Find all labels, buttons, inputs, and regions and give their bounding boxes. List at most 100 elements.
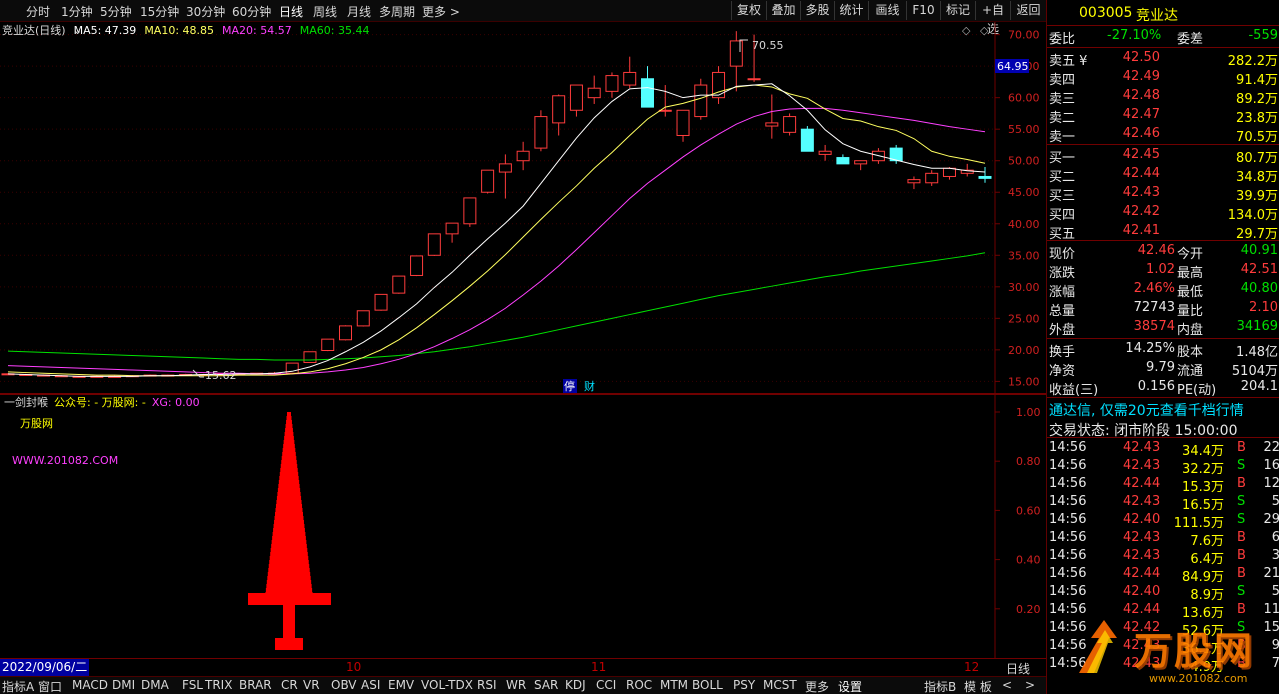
- ma60-line: [7, 252, 986, 361]
- timeframe-0[interactable]: 分时: [26, 3, 50, 20]
- timeframe-5[interactable]: 60分钟: [232, 3, 271, 20]
- tick-count: 22: [1263, 440, 1279, 455]
- bid-volume: 80.7万: [1236, 151, 1278, 166]
- suspend-marker[interactable]: 停: [564, 379, 575, 393]
- tick-row: 14:56 42.43 4.9万 B 7: [1047, 655, 1279, 675]
- price-axis-label: 70.00: [1008, 29, 1040, 42]
- timeframe-7[interactable]: 周线: [313, 3, 337, 20]
- indicator-tab-19[interactable]: ROC: [626, 678, 652, 692]
- bid-level-5[interactable]: 买五 42.41 29.7万: [1047, 222, 1279, 242]
- indicator-tab-25[interactable]: 设置: [838, 678, 862, 694]
- timeframe-3[interactable]: 15分钟: [140, 3, 179, 20]
- bid-level-4[interactable]: 买四 42.42 134.0万: [1047, 203, 1279, 223]
- weibi-value: -27.10%: [1107, 28, 1162, 43]
- indicator-tab-28[interactable]: <: [1002, 678, 1012, 692]
- timeframe-2[interactable]: 5分钟: [100, 3, 132, 20]
- ask-level-4[interactable]: 卖四 42.49 91.4万: [1047, 68, 1279, 88]
- toolbar-button-2[interactable]: 多股: [800, 1, 834, 20]
- indicator-tab-13[interactable]: VOL-TDX: [421, 678, 473, 692]
- bid-level-1[interactable]: 买一 42.45 80.7万: [1047, 146, 1279, 166]
- indicator-tab-14[interactable]: RSI: [477, 678, 497, 692]
- bid-label: 买三: [1049, 189, 1076, 204]
- toolbar-button-1[interactable]: 叠加: [766, 1, 800, 20]
- indicator-tab-3[interactable]: DMI: [112, 678, 135, 692]
- indicator-tab-26[interactable]: 指标B: [924, 678, 956, 694]
- tick-side: B: [1237, 548, 1246, 563]
- candle: [356, 310, 370, 327]
- timeframe-8[interactable]: 月线: [347, 3, 371, 20]
- toolbar-button-7[interactable]: +自选: [975, 1, 1010, 36]
- promo-row[interactable]: 通达信, 仅需20元查看千档行情: [1047, 399, 1279, 419]
- tick-price: 42.44: [1123, 602, 1161, 617]
- price-chart[interactable]: 70.0065.0060.0055.0050.0045.0040.0035.00…: [0, 22, 1046, 394]
- timeframe-6[interactable]: 日线: [279, 3, 303, 20]
- indicator-tab-0[interactable]: 指标A: [2, 678, 34, 694]
- indicator-tab-2[interactable]: MACD: [72, 678, 108, 692]
- tick-time: 14:56: [1049, 476, 1087, 491]
- indicator-tab-1[interactable]: 窗口: [38, 678, 62, 694]
- indicator-tab-7[interactable]: BRAR: [239, 678, 272, 692]
- indicator-tab-20[interactable]: MTM: [660, 678, 688, 692]
- indicator-tab-17[interactable]: KDJ: [565, 678, 586, 692]
- ask-level-1[interactable]: 卖一 42.46 70.5万: [1047, 125, 1279, 145]
- tick-row: 14:56 42.43 36.1万 B 9: [1047, 637, 1279, 657]
- stat-label: 外盘: [1049, 323, 1076, 338]
- tick-time: 14:56: [1049, 638, 1087, 653]
- ma20-line: [7, 107, 986, 375]
- indicator-tab-22[interactable]: PSY: [733, 678, 755, 692]
- ask-level-3[interactable]: 卖三 42.48 89.2万: [1047, 87, 1279, 107]
- tick-row: 14:56 42.43 7.6万 B 6: [1047, 529, 1279, 549]
- tick-count: 7: [1271, 656, 1279, 671]
- timeframe-1[interactable]: 1分钟: [61, 3, 93, 20]
- timeframe-9[interactable]: 多周期: [379, 3, 415, 20]
- ask-level-5[interactable]: 卖五 ¥ 42.50 282.2万: [1047, 49, 1279, 69]
- indicator-tab-27[interactable]: 模 板: [964, 678, 992, 694]
- indicator-tab-16[interactable]: SAR: [534, 678, 558, 692]
- timeframe-4[interactable]: 30分钟: [186, 3, 225, 20]
- toolbar-button-0[interactable]: 复权: [731, 1, 766, 20]
- price-axis-label: 35.00: [1008, 249, 1040, 262]
- period-label[interactable]: 日线: [1006, 660, 1030, 677]
- stat-label: 总量: [1049, 304, 1076, 319]
- indicator-chart[interactable]: 1.00 0.80 0.60 0.40 0.20 一剑封喉 公众号: - 万股网: - XG:…: [0, 394, 1046, 658]
- indicator-tab-12[interactable]: EMV: [388, 678, 414, 692]
- diamond-icon[interactable]: ◇: [962, 24, 971, 37]
- chevron-down-icon[interactable]: ⌄: [73, 24, 82, 37]
- indicator-tab-9[interactable]: VR: [303, 678, 320, 692]
- indicator-tab-6[interactable]: TRIX: [205, 678, 232, 692]
- toolbar-button-3[interactable]: 统计: [834, 1, 868, 20]
- indicator-tab-5[interactable]: FSL: [182, 678, 203, 692]
- toolbar-button-6[interactable]: 标记: [940, 1, 975, 20]
- indicator-tab-11[interactable]: ASI: [361, 678, 380, 692]
- bid-level-2[interactable]: 买二 42.44 34.8万: [1047, 165, 1279, 185]
- indicator-tab-29[interactable]: >: [1025, 678, 1035, 692]
- indicator-tab-8[interactable]: CR: [281, 678, 298, 692]
- bid-level-3[interactable]: 买三 42.43 39.9万: [1047, 184, 1279, 204]
- bid-volume: 134.0万: [1227, 208, 1278, 223]
- indicator-tab-4[interactable]: DMA: [141, 678, 169, 692]
- candle: [481, 169, 495, 194]
- indicator-tab-21[interactable]: BOLL: [692, 678, 723, 692]
- promo-text[interactable]: 通达信, 仅需20元查看千档行情: [1049, 400, 1244, 420]
- ask-volume: 89.2万: [1236, 92, 1278, 107]
- quote-panel: 003005 竞业达 委比 -27.10% 委差 -559 卖五 ¥ 42.50 2…: [1046, 0, 1279, 694]
- timeframe-10[interactable]: 更多 >: [422, 3, 460, 20]
- expand-icon[interactable]: ◇: [980, 24, 989, 37]
- tick-side: B: [1237, 638, 1246, 653]
- finance-marker[interactable]: 财: [584, 379, 595, 393]
- tick-count: 12: [1263, 476, 1279, 491]
- tick-time: 14:56: [1049, 512, 1087, 527]
- toolbar-button-5[interactable]: F10: [906, 1, 940, 20]
- indicator-tab-23[interactable]: MCST: [763, 678, 797, 692]
- toolbar-button-8[interactable]: 返回: [1010, 1, 1046, 20]
- indicator-tab-24[interactable]: 更多: [805, 678, 829, 694]
- indicator-tab-18[interactable]: CCI: [596, 678, 616, 692]
- candle: [978, 167, 992, 183]
- toolbar-button-4[interactable]: 画线: [868, 1, 906, 20]
- tick-price: 42.40: [1123, 512, 1161, 527]
- indicator-tab-10[interactable]: OBV: [331, 678, 357, 692]
- ask-level-2[interactable]: 卖二 42.47 23.8万: [1047, 106, 1279, 126]
- indicator-tab-15[interactable]: WR: [506, 678, 526, 692]
- current-date: 2022/09/06/二: [0, 659, 90, 676]
- tick-count: 11: [1263, 602, 1279, 617]
